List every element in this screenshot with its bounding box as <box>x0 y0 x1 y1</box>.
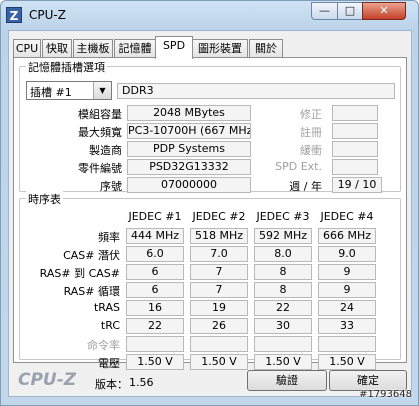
timing-cell: 444 MHz <box>126 228 184 244</box>
timing-column-header: JEDEC #1 <box>128 210 182 223</box>
tab-2[interactable]: 主機板 <box>73 39 113 58</box>
timing-cell: 666 MHz <box>318 228 376 244</box>
cpuz-app-icon: Z <box>6 7 22 23</box>
tab-6[interactable]: 關於 <box>249 39 283 58</box>
timing-row-label: 頻率 <box>98 231 120 244</box>
timing-row-label: RAS# 到 CAS# <box>39 267 120 280</box>
timing-cell: 1.50 V <box>318 354 376 370</box>
timing-cell: 1.50 V <box>254 354 312 370</box>
slot-row-value: PC3-10700H (667 MHz) <box>127 123 251 139</box>
slot-side-value: 19 / 10 <box>332 177 382 193</box>
maximize-button[interactable]: □ <box>337 2 363 20</box>
timing-cell: 7 <box>190 282 248 298</box>
minimize-button[interactable]: — <box>311 2 338 20</box>
timing-cell: 9 <box>318 282 376 298</box>
slot-side-label: SPD Ext. <box>275 160 322 173</box>
slot-row-value: 2048 MBytes <box>127 105 251 121</box>
title-bar[interactable]: Z CPU-Z — □ ✕ <box>1 1 418 29</box>
chevron-down-icon[interactable]: ▼ <box>93 82 111 99</box>
slot-row-label: 零件編號 <box>78 162 122 175</box>
tab-3[interactable]: 記憶體 <box>114 39 156 58</box>
tab-5[interactable]: 圖形裝置 <box>192 39 248 58</box>
timing-row-label: CAS# 潛伏 <box>63 249 120 262</box>
timing-cell: 592 MHz <box>254 228 312 244</box>
timing-column-header: JEDEC #4 <box>320 210 374 223</box>
timing-cell: 1.50 V <box>126 354 184 370</box>
module-type-field: DDR3 <box>117 83 395 99</box>
timing-cell: 8 <box>254 282 312 298</box>
slot-group-title: 記憶體插槽選項 <box>26 59 107 75</box>
cpuz-window: Z CPU-Z — □ ✕ CPU 快取 主機板 記憶體 SPD 圖形裝置 關於 記憶體插槽… <box>0 0 419 406</box>
slot-row-label: 製造商 <box>89 144 122 157</box>
timing-column-header: JEDEC #3 <box>256 210 310 223</box>
slot-row-value: PSD32G13332 <box>127 159 251 175</box>
close-button[interactable]: ✕ <box>362 2 406 20</box>
timing-cell: 7 <box>190 264 248 280</box>
timing-cell: 30 <box>254 318 312 334</box>
timing-row-label: 命令率 <box>87 339 120 352</box>
slot-side-value <box>332 105 378 121</box>
timing-cell <box>254 336 312 352</box>
timing-cell: 6 <box>126 282 184 298</box>
timing-cell: 6 <box>126 264 184 280</box>
timing-cell: 24 <box>318 300 376 316</box>
slot-side-label: 週 / 年 <box>289 180 322 193</box>
watermark-text: #1793648 <box>359 389 412 400</box>
timing-cell: 6.0 <box>126 246 184 262</box>
version-value: 1.56 <box>129 376 154 389</box>
timing-cell: 9 <box>318 264 376 280</box>
slot-select[interactable]: 插槽 #1 ▼ <box>26 81 112 100</box>
timing-row-label: tRAS <box>93 301 120 314</box>
timing-row-label: 電壓 <box>98 357 120 370</box>
timing-cell: 8 <box>254 264 312 280</box>
slot-row-label: 模組容量 <box>78 108 122 121</box>
tab-4[interactable]: SPD <box>155 36 193 59</box>
slot-side-label: 修正 <box>300 108 322 121</box>
timing-group: 時序表 JEDEC #1 JEDEC #2 JEDEC #3 JEDEC #4 頻率 44… <box>19 191 401 370</box>
tab-0[interactable]: CPU <box>13 39 41 58</box>
slot-side-label: 註冊 <box>300 126 322 139</box>
timing-cell: 7.0 <box>190 246 248 262</box>
slot-row-value: PDP Systems <box>127 141 251 157</box>
ok-button[interactable]: 確定 <box>329 370 407 391</box>
slot-side-label: 緩衝 <box>300 144 322 157</box>
timing-cell: 19 <box>190 300 248 316</box>
timing-cell: 9.0 <box>318 246 376 262</box>
timing-row-label: RAS# 循環 <box>63 285 120 298</box>
slot-row-label: 最大頻寬 <box>78 126 122 139</box>
tab-1[interactable]: 快取 <box>42 39 72 58</box>
timing-cell: 26 <box>190 318 248 334</box>
slot-side-value <box>332 159 378 175</box>
timing-cell: 22 <box>254 300 312 316</box>
cpuz-logo: CPU-Z <box>18 370 77 390</box>
timing-group-title: 時序表 <box>26 191 63 207</box>
timing-cell: 22 <box>126 318 184 334</box>
spd-panel: 記憶體插槽選項 插槽 #1 ▼ DDR3 模組容量 2048 MBytes 修正最大… <box>13 57 407 370</box>
timing-column-header: JEDEC #2 <box>192 210 246 223</box>
timing-cell <box>318 336 376 352</box>
timing-cell: 33 <box>318 318 376 334</box>
timing-cell: 8.0 <box>254 246 312 262</box>
slot-side-value <box>332 123 378 139</box>
slot-row-value: 07000000 <box>127 177 251 193</box>
window-title: CPU-Z <box>29 8 66 22</box>
window-client-area: CPU 快取 主機板 記憶體 SPD 圖形裝置 關於 記憶體插槽選項 插槽 #1 ▼ DDR… <box>8 30 412 397</box>
timing-cell <box>190 336 248 352</box>
validate-button[interactable]: 驗證 <box>247 370 327 391</box>
timing-cell <box>126 336 184 352</box>
slot-select-value: 插槽 #1 <box>30 86 72 99</box>
timing-row-label: tRC <box>100 319 120 332</box>
timing-cell: 1.50 V <box>190 354 248 370</box>
timing-cell: 518 MHz <box>190 228 248 244</box>
slot-group: 記憶體插槽選項 插槽 #1 ▼ DDR3 模組容量 2048 MBytes 修正最大… <box>19 59 401 193</box>
timing-cell: 16 <box>126 300 184 316</box>
slot-side-value <box>332 141 378 157</box>
version-label: 版本： <box>95 378 128 391</box>
